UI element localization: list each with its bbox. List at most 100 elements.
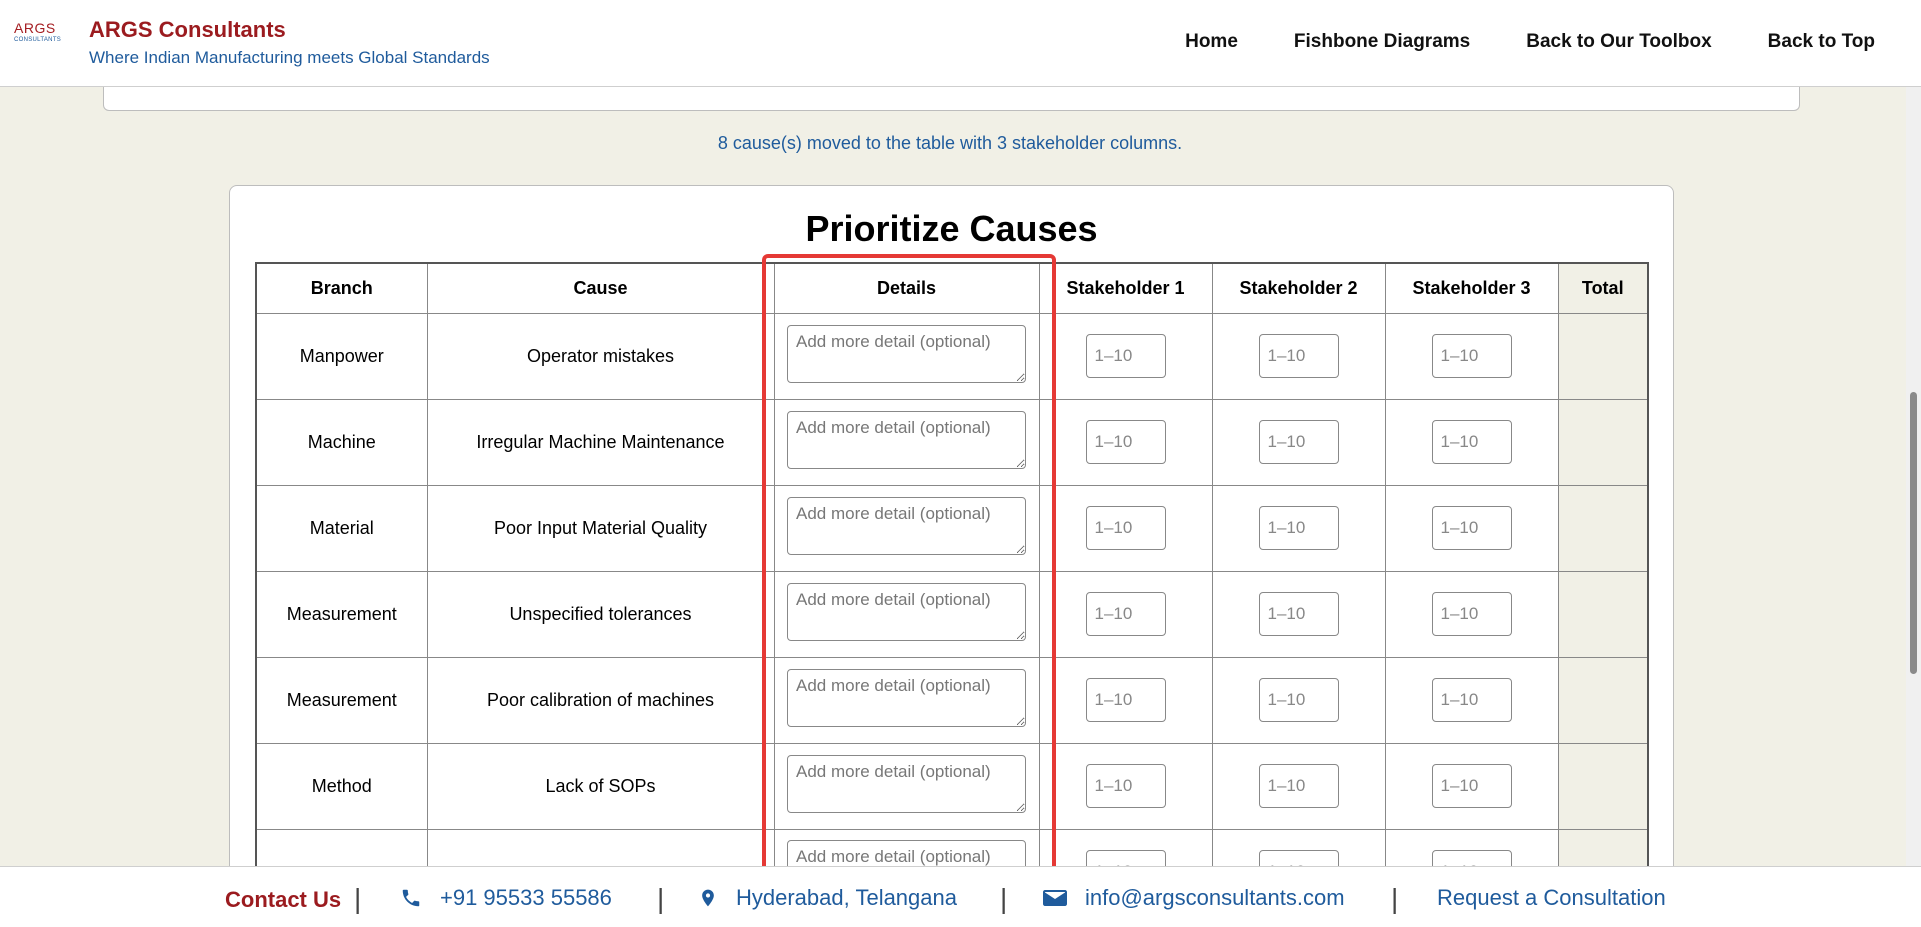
details-textarea[interactable] (787, 496, 1026, 555)
details-textarea[interactable] (787, 410, 1026, 469)
cause-cell: Unspecified tolerances (426, 570, 775, 658)
stakeholder-3-score-input[interactable] (1431, 334, 1512, 378)
branch-cell: Manpower (255, 312, 428, 400)
details-cell (773, 398, 1040, 486)
branch-cell: Method (255, 742, 428, 830)
table-row: Material Poor Input Material Quality (255, 484, 1649, 572)
stakeholder-1-score-input[interactable] (1085, 334, 1166, 378)
contact-footer: Contact Us | +91 95533 55586 | Hyderabad… (0, 866, 1921, 927)
section-title: Prioritize Causes (805, 208, 1098, 249)
stakeholder-2-cell (1211, 484, 1386, 572)
cause-cell: Poor Input Material Quality (426, 484, 775, 572)
total-cell (1557, 398, 1649, 486)
phone-icon (402, 889, 420, 907)
total-cell (1557, 484, 1649, 572)
separator: | (1391, 883, 1399, 914)
status-message: 8 cause(s) moved to the table with 3 sta… (717, 133, 1183, 153)
cause-cell: Operator mistakes (426, 312, 775, 400)
stakeholder-3-cell (1384, 656, 1559, 744)
stakeholder-3-cell (1384, 312, 1559, 400)
table-row: Method Lack of SOPs (255, 742, 1649, 830)
stakeholder-1-cell (1038, 398, 1213, 486)
column-header-stakeholder-1: Stakeholder 1 (1038, 262, 1213, 314)
page-scrollbar[interactable] (1906, 87, 1921, 866)
map-pin-icon (702, 889, 714, 907)
total-cell (1557, 312, 1649, 400)
stakeholder-2-cell (1211, 656, 1386, 744)
column-header-total: Total (1557, 262, 1649, 314)
details-cell (773, 656, 1040, 744)
envelope-icon (1043, 890, 1067, 906)
stakeholder-2-score-input[interactable] (1258, 678, 1339, 722)
branch-cell: Machine (255, 398, 428, 486)
total-cell (1557, 570, 1649, 658)
separator: | (657, 883, 665, 914)
stakeholder-1-cell (1038, 570, 1213, 658)
details-textarea[interactable] (787, 582, 1026, 641)
table-row: Manpower Operator mistakes (255, 312, 1649, 400)
main-nav: Home Fishbone Diagrams Back to Our Toolb… (1185, 31, 1875, 53)
company-logo[interactable]: ARGS CONSULTANTS (14, 20, 66, 50)
stakeholder-2-score-input[interactable] (1258, 420, 1339, 464)
details-cell (773, 312, 1040, 400)
stakeholder-1-score-input[interactable] (1085, 764, 1166, 808)
branch-cell: Measurement (255, 656, 428, 744)
stakeholder-1-cell (1038, 484, 1213, 572)
nav-back-to-top[interactable]: Back to Top (1768, 31, 1875, 53)
email-address: info@argsconsultants.com (1085, 885, 1345, 910)
stakeholder-3-score-input[interactable] (1431, 592, 1512, 636)
stakeholder-2-score-input[interactable] (1258, 334, 1339, 378)
location-text: Hyderabad, Telangana (736, 885, 957, 910)
stakeholder-1-score-input[interactable] (1085, 420, 1166, 464)
stakeholder-3-score-input[interactable] (1431, 506, 1512, 550)
stakeholder-3-score-input[interactable] (1431, 678, 1512, 722)
nav-home[interactable]: Home (1185, 31, 1238, 53)
stakeholder-3-cell (1384, 398, 1559, 486)
site-header: ARGS CONSULTANTS ARGS Consultants Where … (0, 0, 1921, 87)
stakeholder-1-score-input[interactable] (1085, 592, 1166, 636)
prioritize-causes-card: Prioritize Causes Branch Cause Details S… (229, 185, 1674, 927)
stakeholder-2-cell (1211, 742, 1386, 830)
phone-link[interactable]: +91 95533 55586 (400, 885, 612, 911)
details-textarea[interactable] (787, 668, 1026, 727)
location-link[interactable]: Hyderabad, Telangana (698, 885, 957, 911)
stakeholder-3-score-input[interactable] (1431, 764, 1512, 808)
stakeholder-3-cell (1384, 742, 1559, 830)
request-consultation-link[interactable]: Request a Consultation (1437, 885, 1666, 911)
contact-us-label: Contact Us (225, 887, 342, 912)
cause-cell: Poor calibration of machines (426, 656, 775, 744)
column-header-branch: Branch (255, 262, 428, 314)
stakeholder-2-score-input[interactable] (1258, 764, 1339, 808)
column-header-stakeholder-2: Stakeholder 2 (1211, 262, 1386, 314)
total-cell (1557, 742, 1649, 830)
stakeholder-1-cell (1038, 742, 1213, 830)
causes-table: Branch Cause Details Stakeholder 1 Stake… (255, 262, 1649, 916)
stakeholder-1-cell (1038, 312, 1213, 400)
brand-title[interactable]: ARGS Consultants (89, 17, 286, 43)
cause-cell: Lack of SOPs (426, 742, 775, 830)
details-textarea[interactable] (787, 754, 1026, 813)
table-row: Measurement Poor calibration of machines (255, 656, 1649, 744)
email-link[interactable]: info@argsconsultants.com (1043, 885, 1345, 911)
stakeholder-3-cell (1384, 570, 1559, 658)
scrollbar-thumb[interactable] (1910, 392, 1917, 674)
table-header-row: Branch Cause Details Stakeholder 1 Stake… (255, 262, 1649, 314)
branch-cell: Measurement (255, 570, 428, 658)
total-cell (1557, 656, 1649, 744)
stakeholder-1-score-input[interactable] (1085, 678, 1166, 722)
stakeholder-2-cell (1211, 312, 1386, 400)
stakeholder-2-cell (1211, 398, 1386, 486)
stakeholder-1-cell (1038, 656, 1213, 744)
stakeholder-2-score-input[interactable] (1258, 506, 1339, 550)
table-row: Measurement Unspecified tolerances (255, 570, 1649, 658)
stakeholder-1-score-input[interactable] (1085, 506, 1166, 550)
stakeholder-2-score-input[interactable] (1258, 592, 1339, 636)
nav-back-to-toolbox[interactable]: Back to Our Toolbox (1526, 31, 1711, 53)
column-header-stakeholder-3: Stakeholder 3 (1384, 262, 1559, 314)
separator: | (354, 883, 362, 914)
details-textarea[interactable] (787, 324, 1026, 383)
column-header-details: Details (773, 262, 1040, 314)
stakeholder-3-score-input[interactable] (1431, 420, 1512, 464)
table-row: Machine Irregular Machine Maintenance (255, 398, 1649, 486)
nav-fishbone-diagrams[interactable]: Fishbone Diagrams (1294, 31, 1470, 53)
